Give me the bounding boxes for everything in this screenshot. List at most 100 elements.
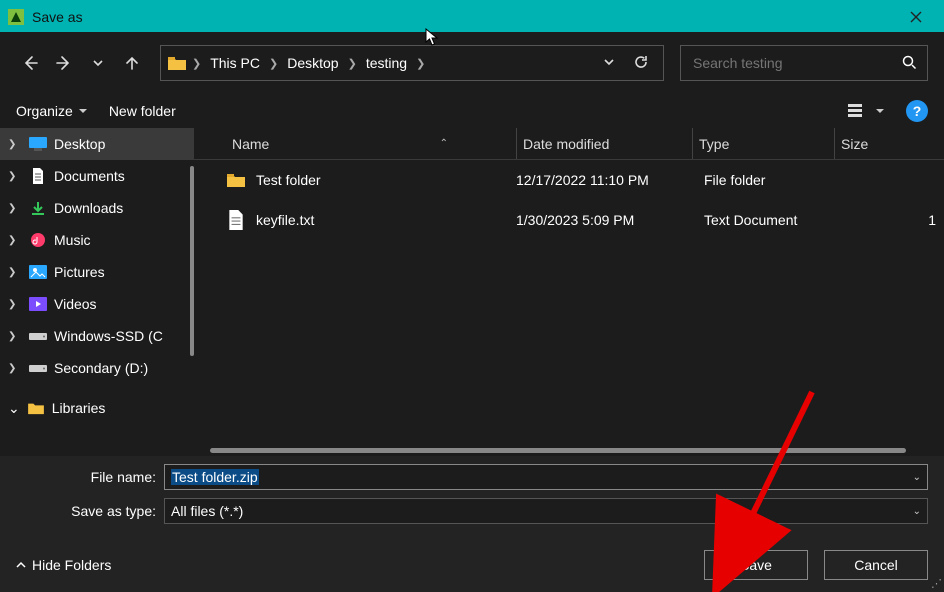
search-box[interactable] — [680, 45, 928, 81]
chevron-right-icon: ❯ — [8, 139, 22, 150]
sidebar-item-pictures[interactable]: ❯ Pictures — [0, 256, 194, 288]
close-button[interactable] — [896, 2, 936, 32]
sidebar-item-music[interactable]: ❯ Music — [0, 224, 194, 256]
hide-folders-label: Hide Folders — [32, 557, 111, 573]
sidebar-item-videos[interactable]: ❯ Videos — [0, 288, 194, 320]
address-dropdown[interactable] — [595, 55, 623, 71]
file-name-field[interactable]: Test folder.zip ⌄ — [164, 464, 928, 490]
sidebar-item-label: Windows-SSD (C — [54, 328, 163, 344]
sidebar-group-label: Libraries — [52, 400, 106, 416]
organize-button[interactable]: Organize — [16, 103, 87, 119]
organize-label: Organize — [16, 103, 73, 119]
horizontal-scrollbar[interactable] — [210, 448, 928, 454]
breadcrumb-item[interactable]: Desktop — [281, 55, 344, 71]
file-list-panel: Name ⌃ Date modified Type Size Test fold… — [194, 128, 944, 456]
column-header-date[interactable]: Date modified — [516, 128, 692, 159]
breadcrumb-item[interactable]: This PC — [204, 55, 266, 71]
file-row[interactable]: Test folder 12/17/2022 11:10 PM File fol… — [226, 160, 944, 200]
file-size: 1 — [834, 212, 944, 228]
desktop-icon — [28, 134, 48, 154]
chevron-down-icon[interactable]: ⌄ — [913, 472, 921, 483]
file-name-label: File name: — [16, 469, 164, 485]
chevron-down-icon[interactable]: ⌄ — [913, 506, 921, 517]
file-type: Text Document — [692, 212, 834, 228]
toolbar: Organize New folder ? — [0, 94, 944, 128]
title-bar: Save as — [0, 2, 944, 32]
file-list: Test folder 12/17/2022 11:10 PM File fol… — [194, 160, 944, 448]
pictures-icon — [28, 262, 48, 282]
save-button[interactable]: Save — [704, 550, 808, 580]
chevron-down-icon — [79, 107, 87, 115]
chevron-down-icon — [876, 107, 884, 115]
scrollbar-thumb[interactable] — [210, 448, 906, 453]
breadcrumb: This PC ❯ Desktop ❯ testing ❯ — [204, 55, 428, 71]
download-icon — [28, 198, 48, 218]
column-header-type[interactable]: Type — [692, 128, 834, 159]
chevron-right-icon[interactable]: ❯ — [345, 57, 360, 70]
drive-icon — [28, 358, 48, 378]
sidebar-item-download[interactable]: ❯ Downloads — [0, 192, 194, 224]
column-header-size[interactable]: Size — [834, 128, 944, 159]
sidebar-item-label: Documents — [54, 168, 125, 184]
chevron-right-icon: ❯ — [8, 299, 22, 310]
chevron-right-icon: ❯ — [8, 363, 22, 374]
view-icon — [848, 103, 866, 119]
chevron-right-icon: ❯ — [8, 171, 22, 182]
file-date: 12/17/2022 11:10 PM — [516, 172, 692, 188]
doc-icon — [28, 166, 48, 186]
sidebar-item-label: Downloads — [54, 200, 123, 216]
hide-folders-button[interactable]: Hide Folders — [16, 557, 111, 573]
search-icon — [895, 54, 917, 73]
column-headers: Name ⌃ Date modified Type Size — [194, 128, 944, 160]
column-header-name[interactable]: Name ⌃ — [226, 136, 516, 152]
address-bar[interactable]: ❯ This PC ❯ Desktop ❯ testing ❯ — [160, 45, 664, 81]
textfile-icon — [226, 210, 246, 230]
sidebar-item-desktop[interactable]: ❯ Desktop — [0, 128, 194, 160]
chevron-right-icon: ❯ — [8, 331, 22, 342]
resize-grip[interactable]: ⋰ — [929, 575, 944, 592]
chevron-right-icon: ❯ — [8, 235, 22, 246]
music-icon — [28, 230, 48, 250]
dialog-body: ❯ Desktop❯ Documents❯ Downloads❯ Music❯ … — [0, 128, 944, 456]
sidebar-item-drive[interactable]: ❯ Windows-SSD (C — [0, 320, 194, 352]
view-button[interactable] — [848, 103, 884, 119]
file-date: 1/30/2023 5:09 PM — [516, 212, 692, 228]
sidebar: ❯ Desktop❯ Documents❯ Downloads❯ Music❯ … — [0, 128, 194, 456]
back-button[interactable] — [16, 49, 44, 77]
sidebar-item-label: Videos — [54, 296, 97, 312]
save-as-type-field[interactable]: All files (*.*) ⌄ — [164, 498, 928, 524]
save-as-dialog: Save as ❯ This PC ❯ Desktop — [0, 0, 944, 592]
sort-indicator-icon: ⌃ — [269, 138, 510, 149]
help-button[interactable]: ? — [906, 100, 928, 122]
navigation-bar: ❯ This PC ❯ Desktop ❯ testing ❯ — [0, 32, 944, 94]
folder-icon — [165, 51, 189, 75]
sidebar-item-doc[interactable]: ❯ Documents — [0, 160, 194, 192]
new-folder-button[interactable]: New folder — [109, 103, 176, 119]
sidebar-item-drive[interactable]: ❯ Secondary (D:) — [0, 352, 194, 384]
forward-button[interactable] — [50, 49, 78, 77]
file-name-value: Test folder.zip — [171, 469, 259, 485]
chevron-right-icon: ❯ — [189, 57, 204, 70]
dialog-footer: File name: Test folder.zip ⌄ Save as typ… — [0, 456, 944, 592]
up-button[interactable] — [118, 49, 146, 77]
breadcrumb-item[interactable]: testing — [360, 55, 413, 71]
search-input[interactable] — [691, 54, 895, 72]
chevron-right-icon: ❯ — [8, 267, 22, 278]
file-type: File folder — [692, 172, 834, 188]
cancel-button[interactable]: Cancel — [824, 550, 928, 580]
file-name: keyfile.txt — [256, 212, 314, 228]
chevron-right-icon: ❯ — [8, 203, 22, 214]
drive-icon — [28, 326, 48, 346]
new-folder-label: New folder — [109, 103, 176, 119]
videos-icon — [28, 294, 48, 314]
chevron-right-icon[interactable]: ❯ — [413, 57, 428, 70]
sidebar-item-label: Desktop — [54, 136, 105, 152]
refresh-button[interactable] — [623, 54, 659, 73]
file-row[interactable]: keyfile.txt 1/30/2023 5:09 PM Text Docum… — [226, 200, 944, 240]
chevron-right-icon[interactable]: ❯ — [266, 57, 281, 70]
recent-locations-button[interactable] — [84, 49, 112, 77]
window-title: Save as — [32, 9, 83, 25]
folder-icon — [226, 170, 246, 190]
sidebar-item-label: Secondary (D:) — [54, 360, 148, 376]
sidebar-group-libraries[interactable]: ⌄ Libraries — [0, 392, 194, 424]
